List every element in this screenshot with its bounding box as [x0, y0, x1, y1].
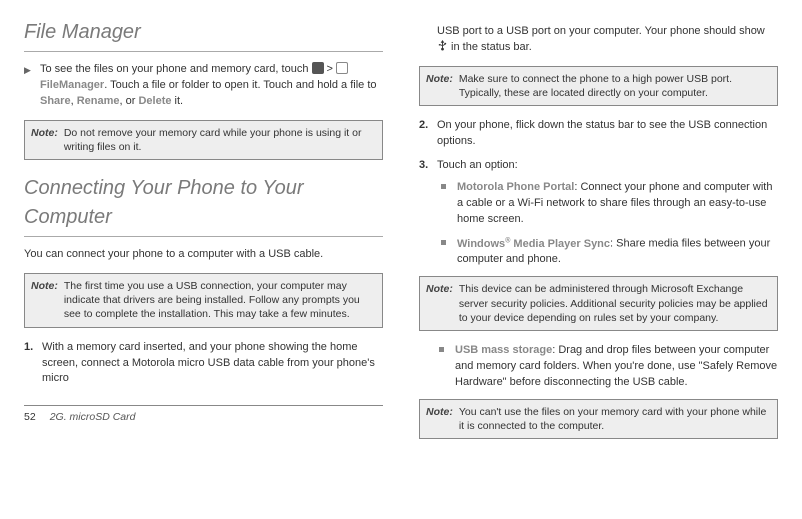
intro-text-c: it.	[171, 95, 183, 107]
step-1: 1. With a memory card inserted, and your…	[38, 340, 383, 388]
note-label: Note:	[31, 279, 58, 322]
option-usb-mass-storage: USB mass storage: Drag and drop files be…	[451, 343, 778, 391]
square-bullet-icon	[439, 347, 444, 352]
right-column: USB port to a USB port on your computer.…	[401, 18, 778, 507]
note-text: This device can be administered through …	[459, 282, 771, 325]
option-list: Motorola Phone Portal: Connect your phon…	[453, 180, 778, 268]
filemanager-icon	[336, 62, 348, 74]
step-number: 3.	[419, 158, 428, 174]
comma2: , or	[120, 95, 139, 107]
note-label: Note:	[426, 72, 453, 100]
note-label: Note:	[426, 282, 453, 325]
note-text: Make sure to connect the phone to a high…	[459, 72, 771, 100]
section-title-file-manager: File Manager	[24, 18, 383, 52]
steps-list-left: 1. With a memory card inserted, and your…	[38, 340, 383, 388]
opt2-b: Media Player Sync	[510, 238, 610, 250]
step-number: 1.	[24, 340, 33, 356]
option-title: USB mass storage	[455, 344, 552, 356]
opt2-a: Windows	[457, 238, 505, 250]
note-label: Note:	[31, 126, 58, 154]
file-manager-intro: ▶ To see the files on your phone and mem…	[40, 62, 383, 110]
note-text: Do not remove your memory card while you…	[64, 126, 376, 154]
section-title-connecting: Connecting Your Phone to Your Computer	[24, 174, 383, 237]
gt-symbol: >	[324, 63, 337, 75]
page-number: 52	[24, 410, 36, 425]
square-bullet-icon	[441, 240, 446, 245]
rename-label: Rename	[77, 95, 120, 107]
note-box-4: Note: This device can be administered th…	[419, 276, 778, 331]
step-3-text: Touch an option:	[437, 159, 518, 171]
step-1-text: With a memory card inserted, and your ph…	[42, 341, 375, 385]
apps-icon	[312, 62, 324, 74]
note-box-1: Note: Do not remove your memory card whi…	[24, 120, 383, 160]
intro-text-b: . Touch a file or folder to open it. Tou…	[104, 79, 376, 91]
delete-label: Delete	[138, 95, 171, 107]
step1-cont-a: USB port to a USB port on your computer.…	[437, 25, 765, 37]
option-title: Windows® Media Player Sync	[457, 238, 610, 250]
option-wmp-sync: Windows® Media Player Sync: Share media …	[453, 236, 778, 269]
intro-text-a: To see the files on your phone and memor…	[40, 63, 312, 75]
triangle-marker-icon: ▶	[24, 64, 31, 77]
step-2: 2. On your phone, flick down the status …	[433, 118, 778, 150]
usb-icon	[437, 40, 448, 51]
square-bullet-icon	[441, 184, 446, 189]
steps-list-right: 2. On your phone, flick down the status …	[433, 118, 778, 268]
note-text: The first time you use a USB connection,…	[64, 279, 376, 322]
share-label: Share	[40, 95, 71, 107]
filemanager-label: FileManager	[40, 79, 104, 91]
note-box-5: Note: You can't use the files on your me…	[419, 399, 778, 439]
step-3: 3. Touch an option: Motorola Phone Porta…	[433, 158, 778, 268]
note-box-3: Note: Make sure to connect the phone to …	[419, 66, 778, 106]
step-1-continuation: USB port to a USB port on your computer.…	[437, 24, 778, 56]
left-column: File Manager ▶ To see the files on your …	[24, 18, 401, 507]
note-text: You can't use the files on your memory c…	[459, 405, 771, 433]
page-footer: 52 2G. microSD Card	[24, 405, 383, 425]
step-number: 2.	[419, 118, 428, 134]
step1-cont-b: in the status bar.	[448, 41, 532, 53]
note-label: Note:	[426, 405, 453, 433]
option-list-cont: USB mass storage: Drag and drop files be…	[451, 343, 778, 391]
note-box-2: Note: The first time you use a USB conne…	[24, 273, 383, 328]
step-2-text: On your phone, flick down the status bar…	[437, 119, 767, 147]
connecting-para: You can connect your phone to a computer…	[24, 247, 383, 263]
option-title: Motorola Phone Portal	[457, 181, 574, 193]
footer-section-title: 2G. microSD Card	[50, 410, 136, 425]
option-motorola-portal: Motorola Phone Portal: Connect your phon…	[453, 180, 778, 228]
